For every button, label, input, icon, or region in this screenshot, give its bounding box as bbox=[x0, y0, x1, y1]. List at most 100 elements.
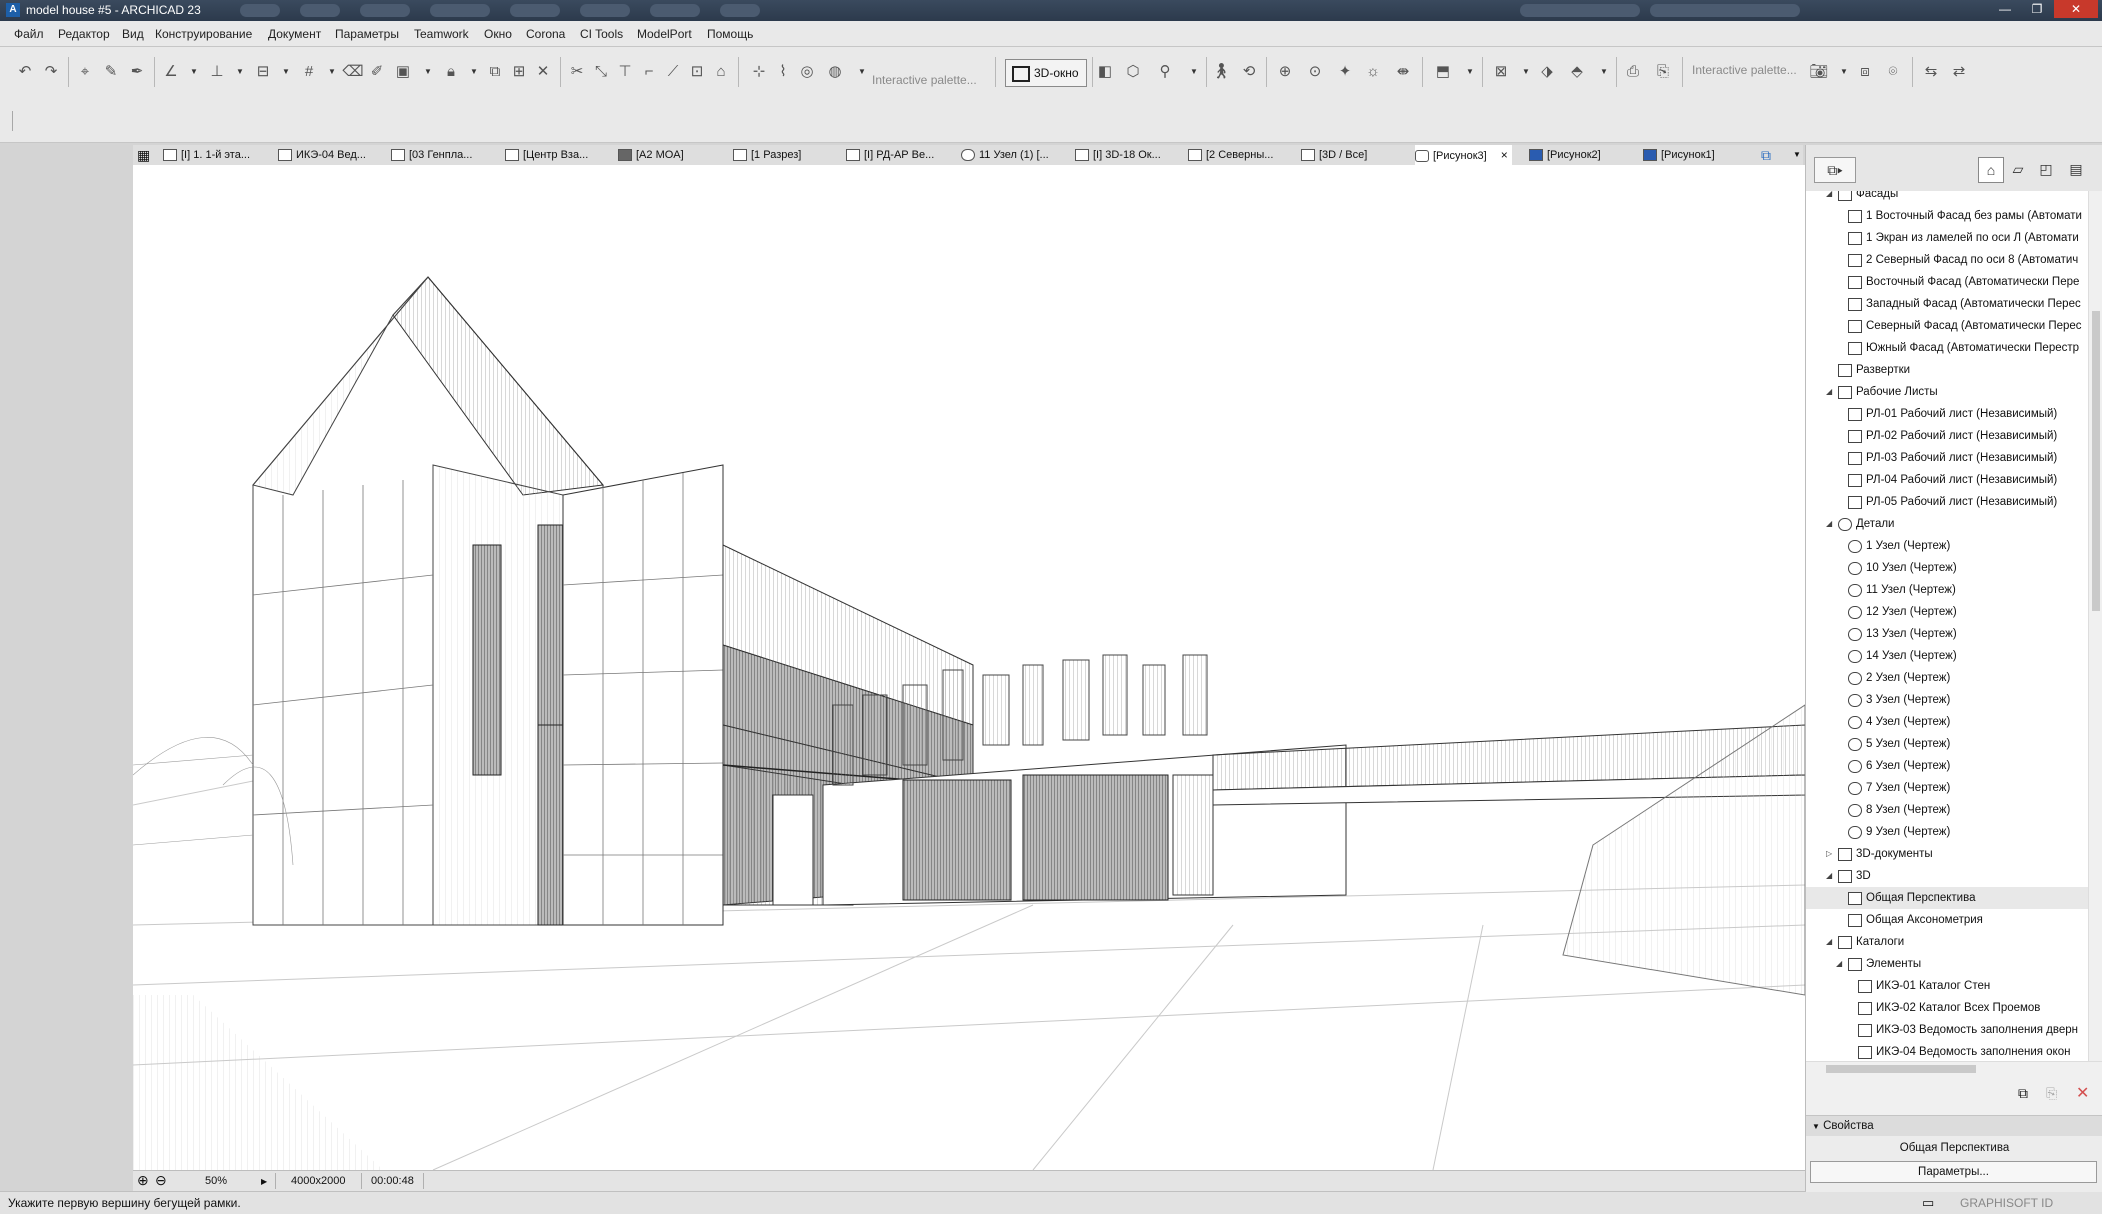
ungroup-icon[interactable]: ✕ bbox=[532, 61, 554, 83]
tree-item[interactable]: 3 Узел (Чертеж) bbox=[1806, 689, 2088, 711]
cube-icon[interactable]: ⬡ bbox=[1122, 61, 1144, 83]
menu-document[interactable]: Документ bbox=[268, 27, 321, 41]
fly-icon[interactable]: ✦ bbox=[1334, 61, 1356, 83]
tree-item[interactable]: 12 Узел (Чертеж) bbox=[1806, 601, 2088, 623]
clip-icon[interactable]: ⇼ bbox=[1392, 61, 1414, 83]
3d-style-icon[interactable]: ⬒ bbox=[1432, 61, 1454, 83]
interactive-palette-placeholder[interactable]: Interactive palette... bbox=[872, 73, 977, 87]
zoom-in-icon[interactable]: ⊕ bbox=[137, 1172, 149, 1189]
undo-icon[interactable]: ↶ bbox=[14, 61, 36, 83]
roof-icon[interactable]: ⌂ bbox=[710, 61, 732, 83]
tree-item[interactable]: Северный Фасад (Автоматически Перес bbox=[1806, 315, 2088, 337]
render-icon[interactable]: ⬗ bbox=[1536, 61, 1558, 83]
tab-center[interactable]: [Центр Вза... bbox=[505, 145, 588, 165]
view-map-icon[interactable]: ▱ bbox=[2006, 157, 2030, 181]
close-button[interactable]: ✕ bbox=[2054, 0, 2098, 18]
grid-icon[interactable]: # bbox=[298, 61, 320, 83]
lock-icon[interactable]: 🔒︎ bbox=[440, 61, 462, 83]
chevron-down-icon[interactable]: ▼ bbox=[328, 61, 336, 83]
chevron-right-icon[interactable]: ▶ bbox=[261, 1177, 267, 1186]
expand-toggle-icon[interactable]: ◢ bbox=[1826, 381, 1832, 403]
tab-3d-all[interactable]: [3D / Все] bbox=[1301, 145, 1367, 165]
tree-item[interactable]: ◢ Элементы bbox=[1806, 953, 2088, 975]
zoom-level[interactable]: 50% bbox=[205, 1175, 227, 1187]
zoom-out-icon[interactable]: ⊖ bbox=[155, 1172, 167, 1189]
menu-corona[interactable]: Corona bbox=[526, 27, 565, 41]
menu-options[interactable]: Параметры bbox=[335, 27, 399, 41]
tree-item[interactable]: РЛ-05 Рабочий лист (Независимый) bbox=[1806, 491, 2088, 513]
sun-icon[interactable]: ☼ bbox=[1362, 61, 1384, 83]
teamwork-icon[interactable]: ⇆ bbox=[1920, 61, 1942, 83]
tree-item[interactable]: 11 Узел (Чертеж) bbox=[1806, 579, 2088, 601]
intersect-icon[interactable]: ⊤ bbox=[614, 61, 636, 83]
tree-item[interactable]: 8 Узел (Чертеж) bbox=[1806, 799, 2088, 821]
chevron-down-icon[interactable]: ▼ bbox=[424, 61, 432, 83]
publish-icon[interactable]: ⎘ bbox=[1652, 61, 1674, 83]
layers-icon[interactable]: ▣ bbox=[392, 61, 414, 83]
menu-window[interactable]: Окно bbox=[484, 27, 512, 41]
new-view-icon[interactable]: ⧉ bbox=[2018, 1085, 2028, 1102]
menu-edit[interactable]: Редактор bbox=[58, 27, 110, 41]
menu-design[interactable]: Конструирование bbox=[155, 27, 252, 41]
tree-item[interactable]: 6 Узел (Чертеж) bbox=[1806, 755, 2088, 777]
explore-icon[interactable]: ⟲ bbox=[1238, 61, 1260, 83]
properties-header[interactable]: ▼ Свойства bbox=[1806, 1116, 2102, 1136]
tree-item[interactable]: ◢ Рабочие Листы bbox=[1806, 381, 2088, 403]
chevron-down-icon[interactable]: ▼ bbox=[470, 61, 478, 83]
camera-icon[interactable]: 📷︎ bbox=[1808, 61, 1830, 83]
scroll-thumb[interactable] bbox=[2092, 311, 2100, 611]
pick-up-parameters-icon[interactable]: ⌖ bbox=[74, 61, 96, 83]
menu-view[interactable]: Вид bbox=[122, 27, 144, 41]
navigator-menu-icon[interactable]: ⧉▸ bbox=[1814, 157, 1856, 183]
tree-item[interactable]: РЛ-03 Рабочий лист (Независимый) bbox=[1806, 447, 2088, 469]
syringe-icon[interactable]: ✒ bbox=[126, 61, 148, 83]
pen-icon[interactable]: ✐ bbox=[366, 61, 388, 83]
tree-item[interactable]: 14 Узел (Чертеж) bbox=[1806, 645, 2088, 667]
graphisoft-id[interactable]: GRAPHISOFT ID bbox=[1960, 1196, 2053, 1210]
group-icon[interactable]: ⧉ bbox=[484, 61, 506, 83]
expand-toggle-icon[interactable]: ◢ bbox=[1826, 513, 1832, 535]
tree-item[interactable]: ИКЭ-01 Каталог Стен bbox=[1806, 975, 2088, 997]
tree-item[interactable]: РЛ-04 Рабочий лист (Независимый) bbox=[1806, 469, 2088, 491]
tree-item[interactable]: 9 Узел (Чертеж) bbox=[1806, 821, 2088, 843]
tab-picture-2[interactable]: [Рисунок2] bbox=[1529, 145, 1601, 165]
redo-icon[interactable]: ↷ bbox=[40, 61, 62, 83]
chevron-down-icon[interactable]: ▼ bbox=[1793, 145, 1801, 165]
close-tab-icon[interactable]: × bbox=[1501, 148, 1508, 162]
light-icon[interactable]: ⌾ bbox=[1882, 61, 1904, 83]
tab-floor-plan[interactable]: [I] 1. 1-й эта... bbox=[163, 145, 250, 165]
split-icon[interactable]: ✂ bbox=[566, 61, 588, 83]
walk-icon[interactable]: 🚶︎ bbox=[1210, 61, 1232, 83]
expand-toggle-icon[interactable]: ◢ bbox=[1826, 931, 1832, 953]
menu-file[interactable]: Файл bbox=[14, 27, 44, 41]
expand-toggle-icon[interactable]: ◢ bbox=[1826, 191, 1832, 205]
minimize-button[interactable]: — bbox=[1990, 0, 2020, 18]
tab-list-icon[interactable]: ⧉ bbox=[1761, 145, 1771, 165]
tree-item[interactable]: 1 Узел (Чертеж) bbox=[1806, 535, 2088, 557]
tree-item[interactable]: ◢ Каталоги bbox=[1806, 931, 2088, 953]
chevron-down-icon[interactable]: ▼ bbox=[1466, 61, 1474, 83]
fit-icon[interactable]: ⊙ bbox=[1304, 61, 1326, 83]
window-list-icon[interactable]: ▭ bbox=[1922, 1195, 1934, 1211]
zoom-icon[interactable]: ⊕ bbox=[1274, 61, 1296, 83]
tree-item[interactable]: ИКЭ-03 Ведомость заполнения дверн bbox=[1806, 1019, 2088, 1041]
publisher-icon[interactable]: ▤ bbox=[2064, 157, 2088, 181]
tree-item[interactable]: 4 Узел (Чертеж) bbox=[1806, 711, 2088, 733]
3d-window-button[interactable]: 3D-окно bbox=[1005, 59, 1087, 87]
tree-item[interactable]: Южный Фасад (Автоматически Перестр bbox=[1806, 337, 2088, 359]
menu-modelport[interactable]: ModelPort bbox=[637, 27, 692, 41]
view-icon[interactable]: ◍ bbox=[824, 61, 846, 83]
offset-icon[interactable]: ⟋ bbox=[662, 61, 684, 83]
tab-detail-11[interactable]: 11 Узел (1) [... bbox=[961, 145, 1049, 165]
delete-icon[interactable]: ✕ bbox=[2076, 1083, 2089, 1103]
material-icon[interactable]: ⬘ bbox=[1566, 61, 1588, 83]
tree-item[interactable]: ◢ Детали bbox=[1806, 513, 2088, 535]
tree-item[interactable]: 2 Северный Фасад по оси 8 (Автоматич bbox=[1806, 249, 2088, 271]
vertical-scrollbar[interactable] bbox=[2088, 191, 2102, 1061]
tree-item[interactable]: ◢ Фасады bbox=[1806, 191, 2088, 205]
project-map-icon[interactable]: ⌂ bbox=[1978, 157, 2004, 183]
tab-a2-moa[interactable]: [A2 MOA] bbox=[618, 145, 684, 165]
suspend-groups-icon[interactable]: ⊞ bbox=[508, 61, 530, 83]
tree-item[interactable]: Западный Фасад (Автоматически Перес bbox=[1806, 293, 2088, 315]
tab-picture-3[interactable]: [Рисунок3] × bbox=[1415, 145, 1512, 165]
